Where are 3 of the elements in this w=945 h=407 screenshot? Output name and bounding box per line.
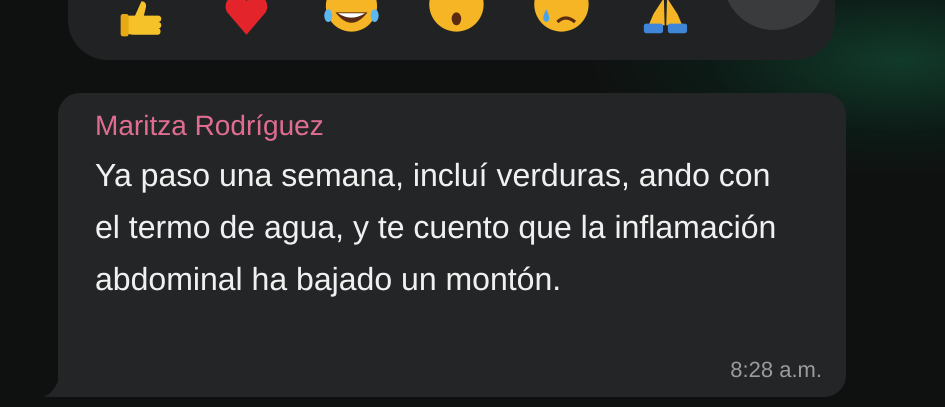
sender-name: Maritza Rodríguez (95, 109, 324, 143)
message-text: Ya paso una semana, incluí verduras, ando con el termo de agua, y te cuento que la inflamación abdominal ha bajado un montón. (95, 156, 778, 299)
message-time: 8:28 a.m. (730, 357, 822, 383)
